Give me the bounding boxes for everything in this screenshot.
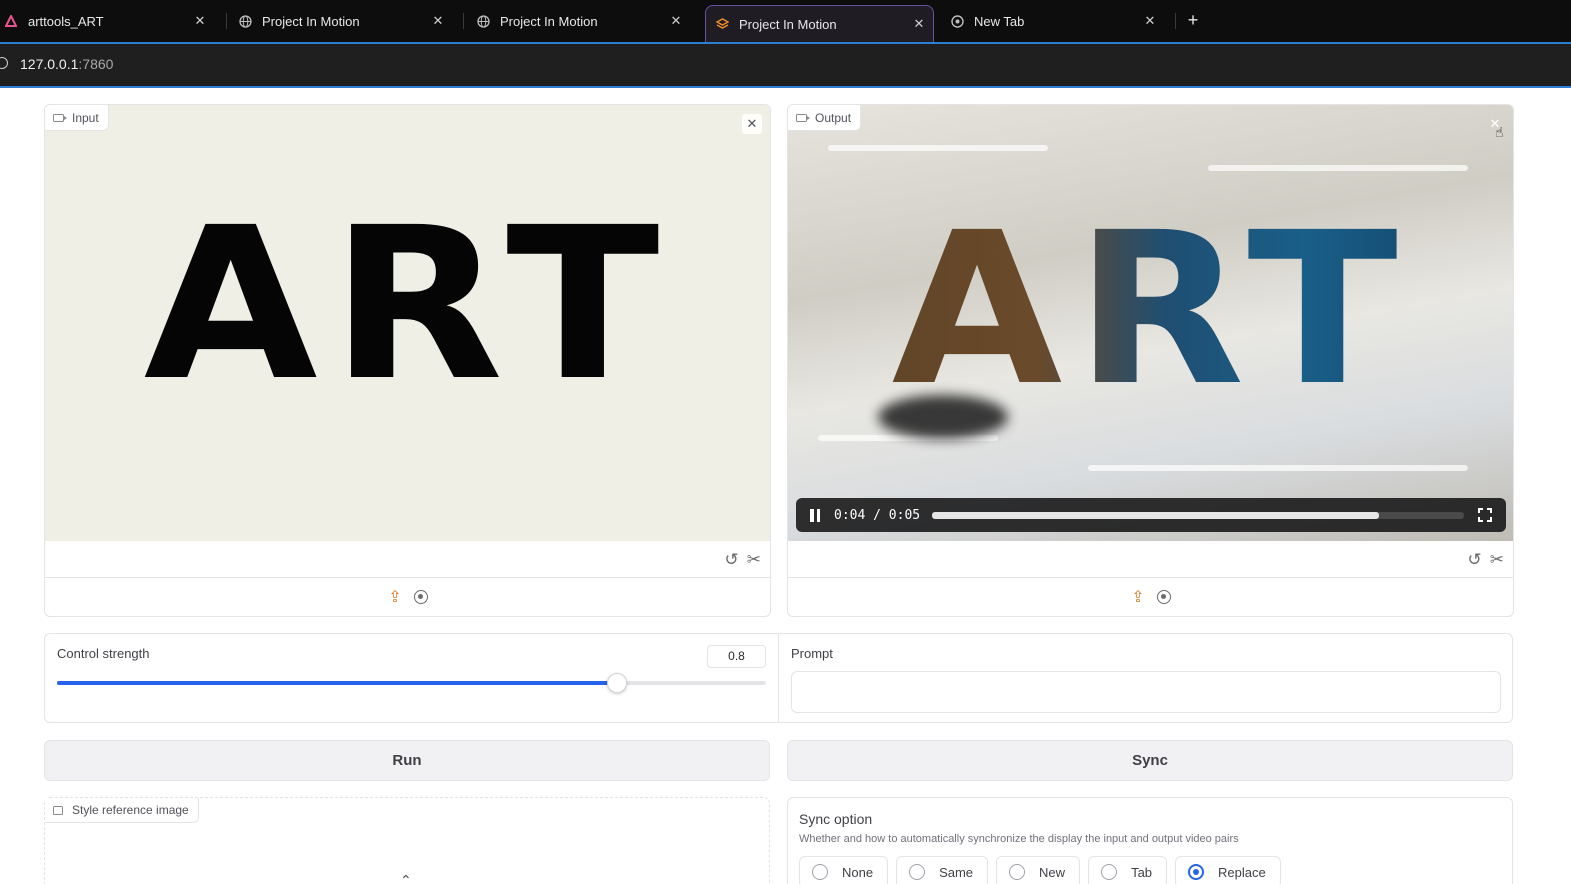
radio-label: None [842, 864, 874, 880]
close-icon[interactable]: ✕ [911, 16, 927, 32]
address-bar[interactable]: 127.0.0.1:7860 [0, 42, 1571, 88]
gradio-logo-icon [715, 17, 729, 31]
radio-dot [1188, 864, 1205, 880]
video-camera-icon [796, 113, 810, 122]
webcam-icon[interactable] [413, 590, 428, 604]
sync-button[interactable]: Sync [787, 740, 1513, 781]
arttools-logo-icon [4, 14, 18, 28]
radio-label: Replace [1218, 864, 1266, 880]
prompt-label: Prompt [791, 646, 833, 661]
run-button[interactable]: Run [44, 740, 770, 781]
radio-new[interactable]: New [996, 856, 1081, 884]
radio-dot [1009, 864, 1026, 880]
slider-fill [57, 681, 618, 685]
sync-option-title: Sync option [799, 811, 873, 827]
radio-replace[interactable]: Replace [1175, 856, 1281, 884]
output-trim-row: ↺ ✂ [788, 541, 1513, 578]
close-icon[interactable]: ✕ [742, 114, 762, 134]
plus-icon[interactable]: + [1184, 10, 1202, 30]
tab-arttools[interactable]: arttools_ART ✕ [4, 5, 214, 37]
tab-title: Project In Motion [500, 13, 598, 29]
browser-tab-bar: arttools_ART ✕ Project In Motion ✕ Proje… [0, 0, 1571, 42]
radio-label: Same [939, 864, 974, 880]
url-port: :7860 [78, 56, 114, 72]
tab-project-in-motion-active[interactable]: Project In Motion ✕ [705, 5, 934, 42]
radio-label: New [1039, 864, 1066, 880]
undo-icon[interactable]: ↺ [1468, 550, 1482, 570]
tab-project-in-motion-1[interactable]: Project In Motion ✕ [238, 5, 452, 37]
undo-icon[interactable]: ↺ [725, 550, 739, 570]
input-label-text: Input [72, 110, 99, 125]
sync-option-description: Whether and how to automatically synchro… [799, 833, 1239, 845]
style-reference-upload[interactable]: Style reference image ⌃ [44, 797, 770, 884]
input-trim-row: ↺ ✂ [45, 541, 770, 578]
upload-arrow-icon[interactable]: ⌃ [400, 872, 412, 884]
close-icon[interactable]: ✕ [1142, 13, 1158, 29]
output-video[interactable]: ART 0:04 / 0:05 [788, 105, 1513, 541]
url-host: 127.0.0.1 [20, 56, 79, 72]
globe-icon [476, 14, 490, 28]
chrome-icon [950, 14, 964, 28]
close-icon[interactable]: ✕ [668, 13, 684, 29]
scissors-icon[interactable]: ✂ [747, 550, 761, 570]
close-icon[interactable]: ✕ [430, 13, 446, 29]
radio-tab[interactable]: Tab [1088, 856, 1168, 884]
upload-icon[interactable]: ⇪ [1131, 587, 1144, 607]
output-source-row: ⇪ [788, 578, 1513, 616]
globe-icon [238, 14, 252, 28]
control-strength-slider[interactable] [57, 673, 766, 693]
control-strength-label: Control strength [57, 646, 150, 661]
tab-title: Project In Motion [262, 13, 360, 29]
video-progress-bar[interactable] [932, 511, 1464, 519]
style-reference-label: Style reference image [45, 798, 199, 823]
prompt-textarea[interactable] [791, 671, 1501, 713]
tab-title: Project In Motion [739, 16, 837, 32]
video-progress-fill [932, 511, 1379, 519]
slider-thumb[interactable] [607, 673, 628, 693]
image-icon [53, 805, 63, 815]
radio-none[interactable]: None [799, 856, 889, 884]
scissors-icon[interactable]: ✂ [1490, 550, 1504, 570]
sync-option-group: Sync option Whether and how to automatic… [787, 797, 1513, 884]
radio-dot [909, 864, 926, 880]
output-video-frame-text: ART [788, 205, 1513, 415]
tab-new-tab[interactable]: New Tab ✕ [950, 5, 1164, 37]
tab-project-in-motion-2[interactable]: Project In Motion ✕ [476, 5, 690, 37]
input-video[interactable]: ART [45, 105, 770, 541]
video-player-controls: 0:04 / 0:05 [796, 498, 1506, 532]
fullscreen-icon[interactable] [1478, 508, 1492, 522]
radio-same[interactable]: Same [896, 856, 989, 884]
video-camera-icon [53, 113, 67, 122]
pause-icon[interactable] [810, 508, 820, 522]
url-text[interactable]: 127.0.0.1:7860 [20, 56, 113, 72]
output-label-text: Output [815, 110, 852, 125]
input-source-row: ⇪ [45, 578, 770, 616]
output-video-panel: Output ✕ ART 0:04 / 0:05 ↺ ✂ ⇪ [787, 104, 1514, 617]
site-info-icon[interactable] [0, 57, 8, 69]
input-label: Input [45, 105, 109, 131]
tab-title: arttools_ART [28, 13, 104, 29]
input-video-frame-text: ART [143, 182, 673, 427]
radio-dot [812, 864, 828, 880]
style-reference-label-text: Style reference image [72, 803, 189, 817]
close-icon[interactable]: ✕ [192, 13, 208, 29]
upload-icon[interactable]: ⇪ [388, 587, 401, 607]
controls-box: Control strength 0.8 Prompt [44, 633, 1513, 723]
tab-title: New Tab [974, 13, 1025, 29]
output-label: Output [788, 105, 862, 131]
input-video-panel: Input ✕ ART ↺ ✂ ⇪ [44, 104, 771, 617]
radio-dot [1101, 864, 1118, 880]
control-strength-number[interactable]: 0.8 [707, 645, 766, 668]
radio-label: Tab [1131, 864, 1153, 880]
mouse-cursor-icon: ☝ [1495, 124, 1504, 140]
video-time: 0:04 / 0:05 [834, 507, 921, 523]
webcam-icon[interactable] [1156, 590, 1171, 604]
